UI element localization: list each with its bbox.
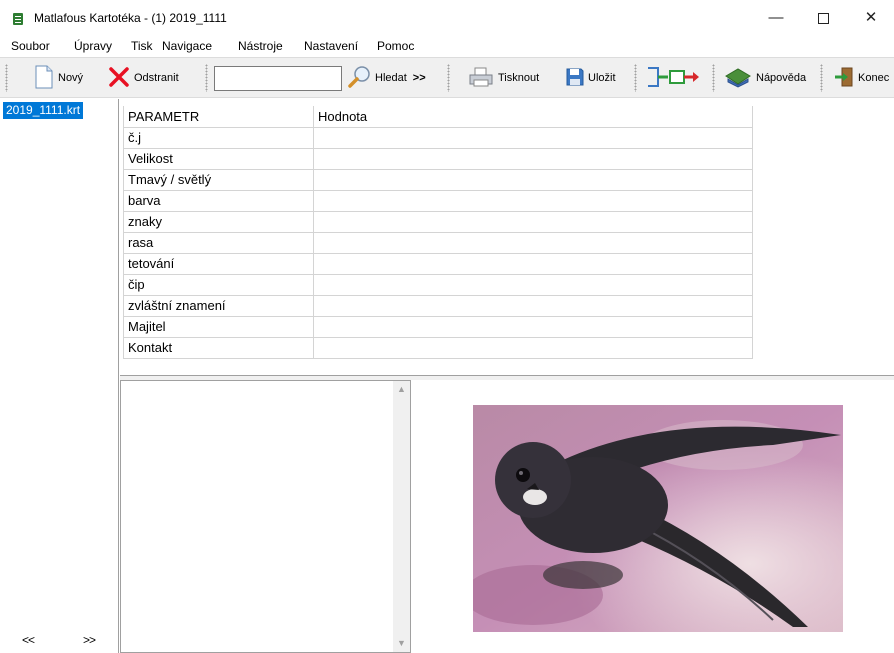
notes-scrollbar[interactable]: ▲ ▼ — [393, 381, 410, 652]
toolbar-grip[interactable] — [634, 64, 637, 92]
param-name: barva — [123, 189, 314, 212]
param-name: Tmavý / světlý — [123, 168, 314, 191]
table-row[interactable]: Tmavý / světlý — [123, 168, 753, 191]
param-name: zvláštní znamení — [123, 294, 314, 317]
find-button[interactable]: Hledat >> — [347, 63, 426, 93]
search-input[interactable] — [214, 66, 342, 91]
param-name: rasa — [123, 231, 314, 254]
maximize-button[interactable] — [800, 0, 846, 36]
toolbar-grip[interactable] — [447, 64, 450, 92]
menu-nastaveni[interactable]: Nastavení — [304, 39, 358, 53]
exit-door-icon — [834, 66, 854, 91]
param-value[interactable] — [313, 210, 753, 233]
save-button[interactable]: Uložit — [566, 63, 616, 93]
print-label: Tisknout — [498, 72, 540, 84]
close-icon: ✕ — [864, 9, 878, 26]
param-name: čip — [123, 273, 314, 296]
delete-label: Odstranit — [134, 72, 179, 84]
image-pane — [412, 380, 894, 653]
maximize-icon — [817, 12, 829, 24]
delete-button[interactable]: Odstranit — [108, 63, 179, 93]
toolbar-grip[interactable] — [5, 64, 8, 92]
magnifier-icon — [347, 65, 371, 92]
menu-soubor[interactable]: Soubor — [11, 39, 50, 53]
file-list-item[interactable]: 2019_1111.krt — [3, 102, 84, 119]
column-header-parametr: PARAMETR — [123, 106, 314, 128]
param-name: č.j — [123, 126, 314, 149]
table-row[interactable]: rasa — [123, 231, 753, 254]
table-row[interactable]: Kontakt — [123, 336, 753, 359]
new-button[interactable]: Nový — [34, 63, 83, 93]
param-value[interactable] — [313, 315, 753, 338]
table-row[interactable]: Velikost — [123, 147, 753, 170]
help-label: Nápověda — [756, 72, 807, 84]
parameter-table: PARAMETR Hodnota č.j Velikost Tmavý / sv… — [123, 106, 753, 359]
scroll-up-arrow-icon[interactable]: ▲ — [393, 381, 410, 398]
param-value[interactable] — [313, 273, 753, 296]
help-button[interactable]: Nápověda — [724, 63, 806, 93]
table-row[interactable]: Majitel — [123, 315, 753, 338]
minimize-icon: — — [768, 9, 784, 26]
param-name: Kontakt — [123, 336, 314, 359]
param-name: Majitel — [123, 315, 314, 338]
table-row[interactable]: zvláštní znamení — [123, 294, 753, 317]
floppy-disk-icon — [566, 68, 584, 89]
print-button[interactable]: Tisknout — [468, 63, 539, 93]
toolbar: Nový Odstranit Hledat >> Tisknout Uložit — [0, 57, 894, 98]
menu-nastroje[interactable]: Nástroje — [238, 39, 283, 53]
new-document-icon — [34, 65, 54, 92]
param-value[interactable] — [313, 168, 753, 191]
table-header-row: PARAMETR Hodnota — [123, 106, 753, 128]
help-book-icon — [724, 66, 752, 91]
menu-tisk[interactable]: Tisk — [131, 39, 153, 53]
previous-record-button[interactable]: << — [22, 633, 35, 647]
param-value[interactable] — [313, 189, 753, 212]
printer-icon — [468, 66, 494, 91]
table-row[interactable]: tetování — [123, 252, 753, 275]
find-more-label: >> — [412, 72, 426, 84]
table-row[interactable]: barva — [123, 189, 753, 212]
menu-upravy[interactable]: Úpravy — [74, 39, 112, 53]
param-name: znaky — [123, 210, 314, 233]
parameter-grid-area: PARAMETR Hodnota č.j Velikost Tmavý / sv… — [120, 99, 894, 375]
param-value[interactable] — [313, 231, 753, 254]
bird-photo — [473, 405, 843, 632]
toolbar-grip[interactable] — [205, 64, 208, 92]
menu-pomoc[interactable]: Pomoc — [377, 39, 414, 53]
param-value[interactable] — [313, 126, 753, 149]
minimize-button[interactable]: — — [753, 0, 799, 36]
column-header-hodnota: Hodnota — [313, 106, 753, 128]
navigate-button[interactable] — [646, 63, 706, 93]
file-list[interactable]: 2019_1111.krt — [0, 99, 119, 653]
param-value[interactable] — [313, 294, 753, 317]
table-row[interactable]: znaky — [123, 210, 753, 233]
exit-label: Konec — [858, 72, 890, 84]
param-value[interactable] — [313, 336, 753, 359]
card-file-icon — [13, 13, 23, 25]
title-bar: Matlafous Kartotéka - (1) 2019_1111 — ✕ — [0, 0, 894, 36]
exit-button[interactable]: Konec — [834, 63, 889, 93]
new-label: Nový — [58, 72, 84, 84]
param-name: Velikost — [123, 147, 314, 170]
menu-bar: Soubor Úpravy Tisk Navigace Nástroje Nas… — [0, 36, 894, 56]
flow-arrows-icon — [646, 65, 702, 92]
scroll-down-arrow-icon[interactable]: ▼ — [393, 635, 410, 652]
next-record-button[interactable]: >> — [83, 633, 96, 647]
param-value[interactable] — [313, 252, 753, 275]
param-name: tetování — [123, 252, 314, 275]
table-row[interactable]: čip — [123, 273, 753, 296]
notes-textarea[interactable]: ▲ ▼ — [120, 380, 411, 653]
red-x-icon — [108, 66, 130, 91]
save-label: Uložit — [588, 72, 616, 84]
menu-navigace[interactable]: Navigace — [162, 39, 212, 53]
toolbar-grip[interactable] — [712, 64, 715, 92]
param-value[interactable] — [313, 147, 753, 170]
find-label: Hledat — [375, 72, 407, 84]
close-button[interactable]: ✕ — [848, 0, 894, 36]
table-row[interactable]: č.j — [123, 126, 753, 149]
window-title: Matlafous Kartotéka - (1) 2019_1111 — [34, 11, 227, 25]
toolbar-grip[interactable] — [820, 64, 823, 92]
